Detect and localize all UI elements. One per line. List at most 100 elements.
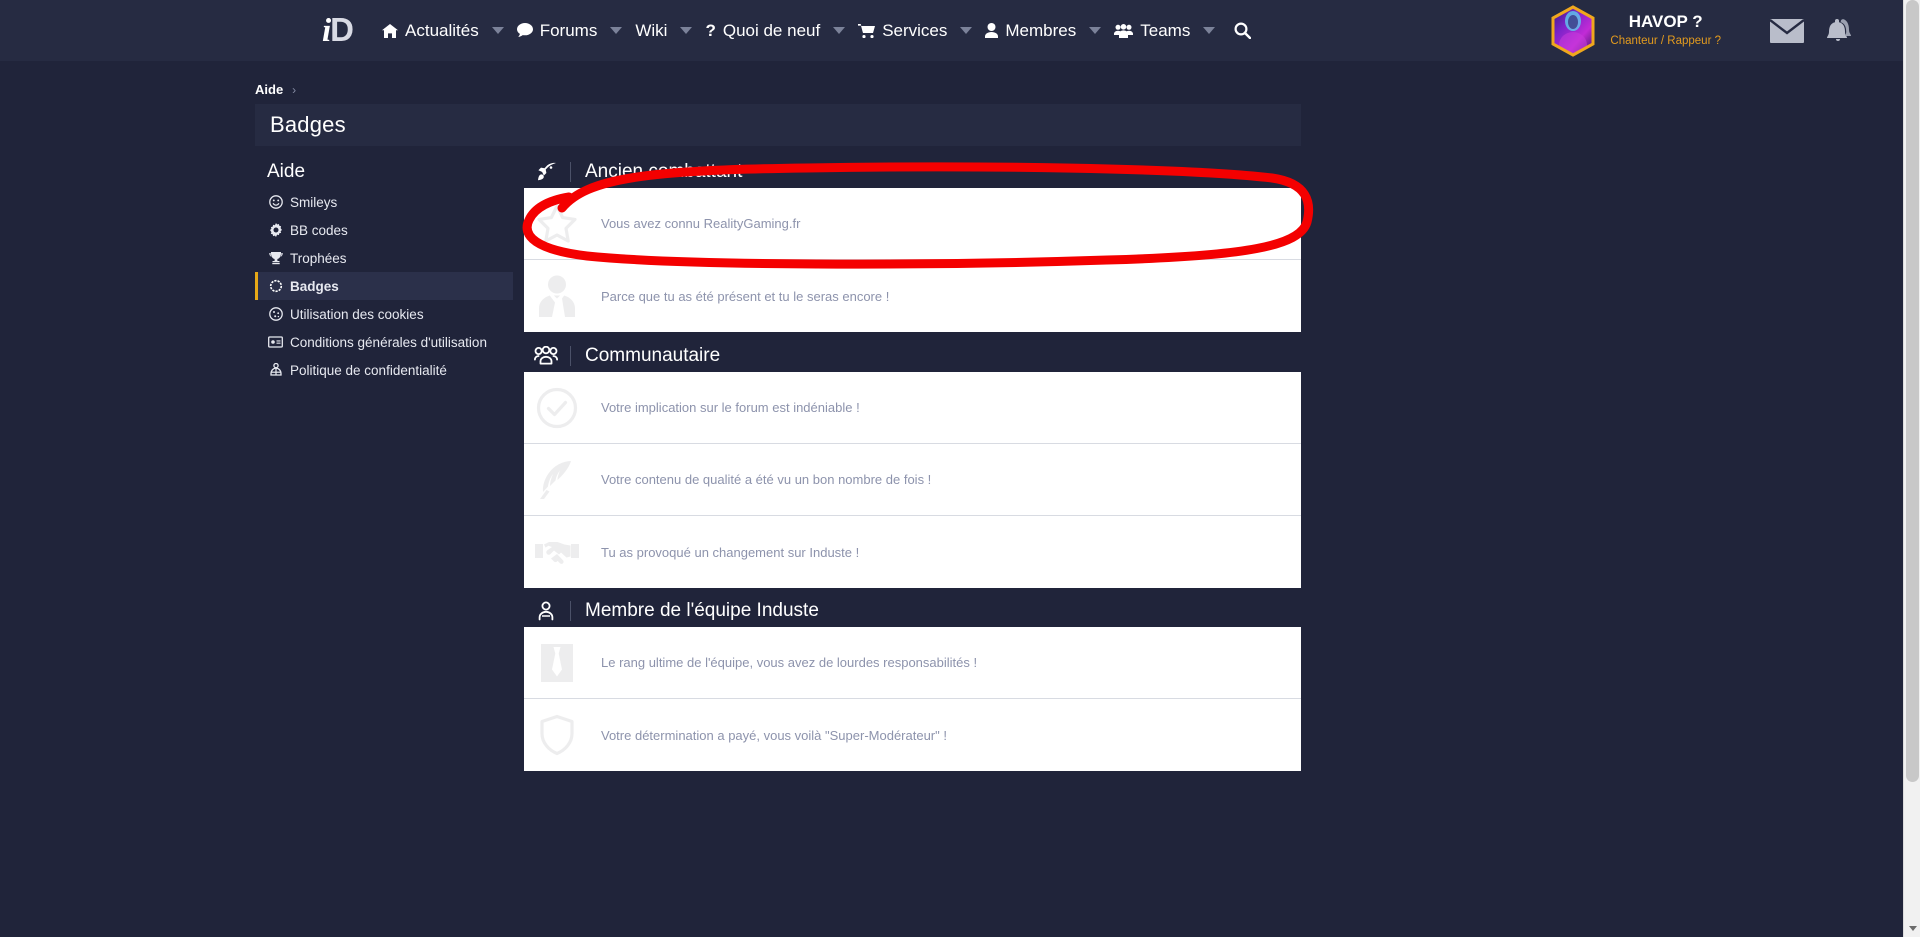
rocket-icon <box>532 162 560 182</box>
badge-icon <box>267 279 284 293</box>
chevron-down-icon-forums[interactable] <box>603 0 629 61</box>
users-group-icon <box>532 346 560 365</box>
nav-item-wiki[interactable]: Wiki <box>629 0 673 61</box>
page-root: iD Actualités Forums Wiki ? Quoi de neuf… <box>0 0 1920 937</box>
top-navigation-bar: iD Actualités Forums Wiki ? Quoi de neuf… <box>0 0 1920 61</box>
user-name: HAVOP ? <box>1628 12 1703 32</box>
badge-description: Votre implication sur le forum est indén… <box>601 400 860 415</box>
vertical-scrollbar[interactable] <box>1903 0 1920 937</box>
badge-group-header-communautaire: Communautaire <box>524 339 1301 372</box>
nav-label: Membres <box>1005 20 1077 40</box>
shield-icon <box>535 713 579 757</box>
breadcrumb-separator: › <box>292 82 297 97</box>
header-divider <box>570 161 571 182</box>
breadcrumb-item-aide[interactable]: Aide <box>255 82 283 97</box>
user-icon <box>985 23 999 38</box>
badge-row[interactable]: Votre contenu de qualité a été vu un bon… <box>524 444 1301 516</box>
sidebar-item-label: Smileys <box>290 194 338 210</box>
user-area: HAVOP ? Chanteur / Rappeur ? <box>1550 0 1920 61</box>
user-role: Chanteur / Rappeur ? <box>1610 34 1721 47</box>
badge-row[interactable]: Tu as provoqué un changement sur Induste… <box>524 516 1301 588</box>
sidebar-item-cgu[interactable]: Conditions générales d'utilisation <box>255 328 513 356</box>
envelope-icon[interactable] <box>1761 0 1813 61</box>
badge-description: Tu as provoqué un changement sur Induste… <box>601 544 860 560</box>
sidebar-item-label: Politique de confidentialité <box>290 362 447 378</box>
header-divider <box>570 345 571 366</box>
breadcrumb: Aide › <box>255 82 296 97</box>
nav-item-teams[interactable]: Teams <box>1108 0 1196 61</box>
badge-row[interactable]: Votre implication sur le forum est indén… <box>524 372 1301 444</box>
badge-description: Le rang ultime de l'équipe, vous avez de… <box>601 655 978 670</box>
users-group-icon <box>1114 23 1134 38</box>
nav-item-actualites[interactable]: Actualités <box>376 0 485 61</box>
avatar[interactable] <box>1550 4 1596 57</box>
person-icon <box>532 601 560 621</box>
bell-icon[interactable] <box>1813 0 1865 61</box>
sidebar-item-smileys[interactable]: Smileys <box>255 188 513 216</box>
chevron-down-icon-teams[interactable] <box>1196 0 1222 61</box>
site-logo[interactable]: iD <box>322 13 354 48</box>
badge-row[interactable]: Parce que tu as été présent et tu le ser… <box>524 260 1301 332</box>
badge-row[interactable]: Le rang ultime de l'équipe, vous avez de… <box>524 627 1301 699</box>
sidebar-item-badges[interactable]: Badges <box>255 272 513 300</box>
home-icon <box>382 23 399 38</box>
nav-label: Forums <box>539 20 598 40</box>
logo-letter-d: D <box>330 11 355 48</box>
privacy-icon <box>267 363 284 377</box>
sidebar-item-label: Badges <box>290 278 339 294</box>
scroll-down-arrow[interactable] <box>1904 920 1920 937</box>
star-icon <box>535 202 579 246</box>
cookie-icon <box>267 307 284 321</box>
nav-item-forums[interactable]: Forums <box>511 0 604 61</box>
sidebar-heading: Aide <box>267 160 306 182</box>
check-circle-icon <box>535 386 579 430</box>
chevron-down-icon-quoi-de-neuf[interactable] <box>826 0 852 61</box>
badge-description: Votre détermination a payé, vous voilà "… <box>601 727 947 743</box>
badge-description: Parce que tu as été présent et tu le ser… <box>601 288 890 304</box>
person-tie-icon <box>535 274 579 318</box>
nav-item-services[interactable]: Services <box>852 0 953 61</box>
page-title: Badges <box>270 112 346 137</box>
question-icon: ? <box>705 20 716 40</box>
sidebar-item-label: Trophées <box>290 250 347 266</box>
chevron-down-icon-services[interactable] <box>953 0 979 61</box>
badges-content: Ancien combattant Vous avez connu Realit… <box>524 155 1301 771</box>
nav-label: Wiki <box>635 20 668 40</box>
cart-icon <box>858 23 876 38</box>
contract-icon <box>267 336 284 348</box>
nav-links: iD Actualités Forums Wiki ? Quoi de neuf… <box>322 0 1262 61</box>
chevron-down-icon-membres[interactable] <box>1082 0 1108 61</box>
nav-label: Actualités <box>405 20 479 40</box>
sidebar-item-bb-codes[interactable]: BB codes <box>255 216 513 244</box>
page-title-bar: Badges <box>255 104 1301 146</box>
badge-description: Votre contenu de qualité a été vu un bon… <box>601 472 932 487</box>
badge-group-title: Ancien combattant <box>585 160 743 182</box>
comment-icon <box>516 23 533 38</box>
badge-row[interactable]: Vous avez connu RealityGaming.fr <box>524 188 1301 260</box>
sidebar-item-label: BB codes <box>290 222 348 238</box>
nav-label: Teams <box>1140 20 1191 40</box>
badge-group-header-ancien-combattant: Ancien combattant <box>524 155 1301 188</box>
badge-group-header-membre-equipe: Membre de l'équipe Induste <box>524 594 1301 627</box>
sidebar-item-trophees[interactable]: Trophées <box>255 244 513 272</box>
header-divider <box>570 600 571 621</box>
handshake-icon <box>535 530 579 574</box>
badge-group-title: Communautaire <box>585 344 721 366</box>
chevron-down-icon-wiki[interactable] <box>673 0 699 61</box>
nav-label: Services <box>882 20 948 40</box>
nav-item-membres[interactable]: Membres <box>979 0 1082 61</box>
badge-row[interactable]: Votre détermination a payé, vous voilà "… <box>524 699 1301 771</box>
scrollbar-thumb[interactable] <box>1906 0 1919 782</box>
search-icon[interactable] <box>1222 0 1262 61</box>
chevron-down-icon-actualites[interactable] <box>485 0 511 61</box>
gear-icon <box>267 223 284 237</box>
sidebar: Aide Smileys BB codes Trophées Badges Ut… <box>255 155 513 384</box>
sidebar-item-label: Utilisation des cookies <box>290 306 424 322</box>
sidebar-item-privacy[interactable]: Politique de confidentialité <box>255 356 513 384</box>
nav-item-quoi-de-neuf[interactable]: ? Quoi de neuf <box>699 0 826 61</box>
trophy-icon <box>267 251 284 265</box>
user-info[interactable]: HAVOP ? Chanteur / Rappeur ? <box>1610 12 1721 48</box>
sidebar-item-cookies[interactable]: Utilisation des cookies <box>255 300 513 328</box>
nav-label: Quoi de neuf <box>722 20 821 40</box>
